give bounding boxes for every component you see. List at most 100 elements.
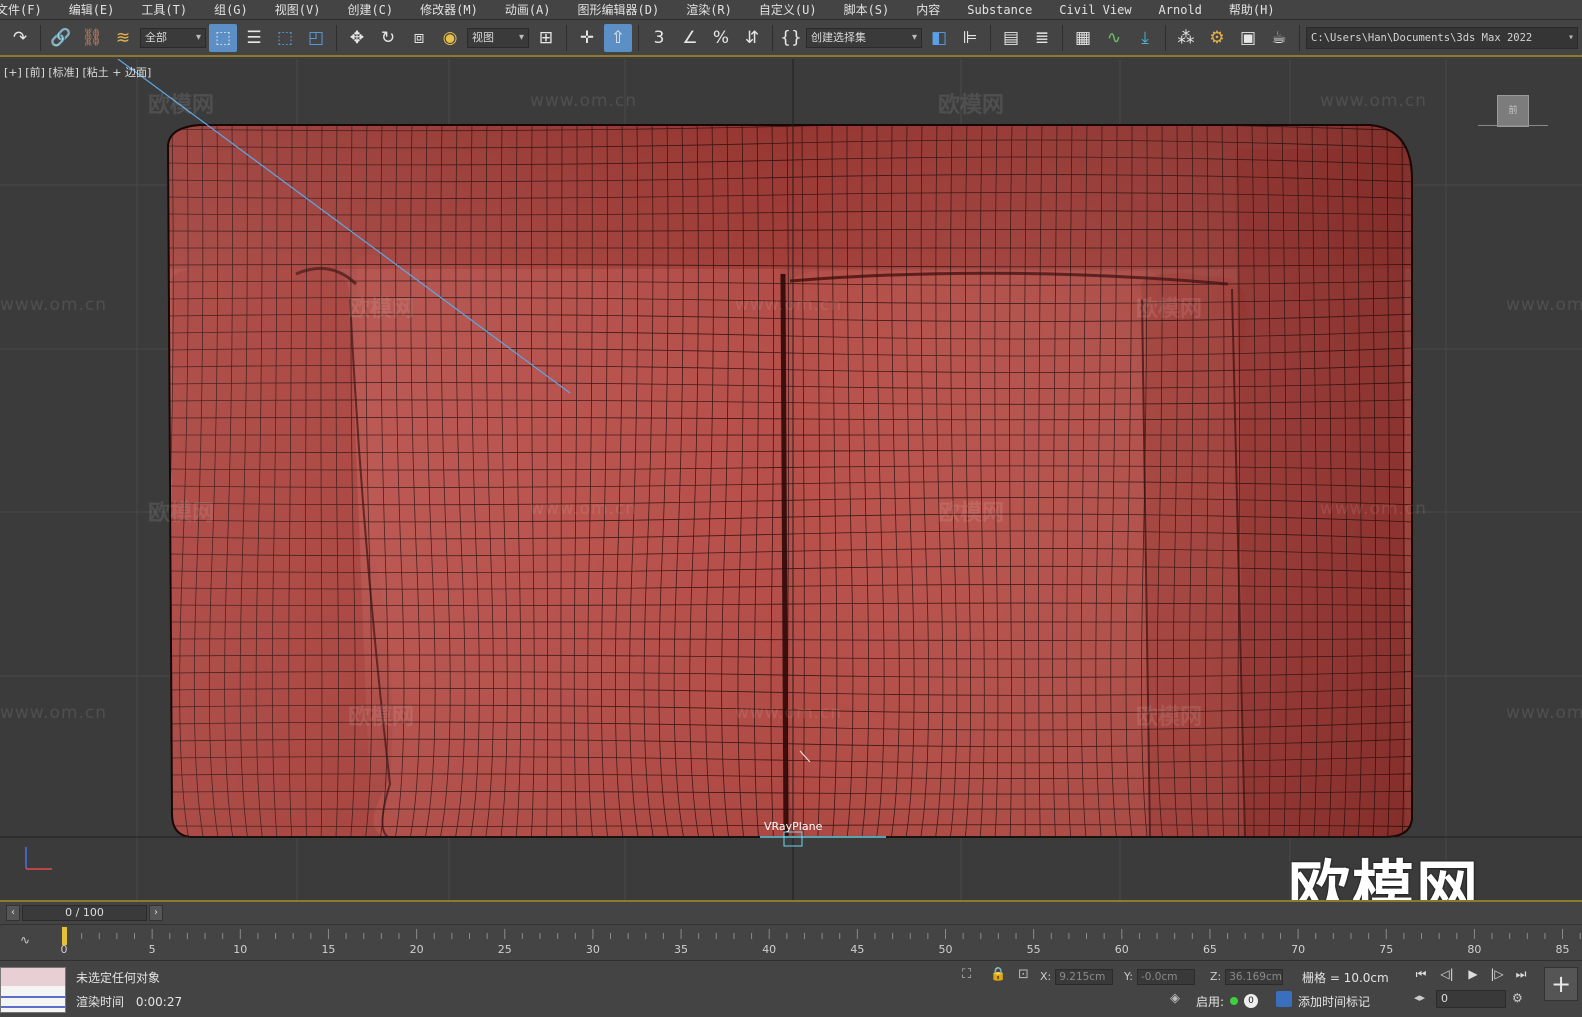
unlink-button[interactable]: ⛓: [78, 24, 106, 52]
select-rotate-button[interactable]: ↻: [374, 24, 402, 52]
absolute-mode-icon[interactable]: ⊡: [1018, 967, 1029, 982]
select-move-button[interactable]: ✥: [343, 24, 371, 52]
maxscript-mini-listener[interactable]: [0, 967, 66, 1013]
menu-create[interactable]: 创建(C): [333, 0, 406, 20]
schematic-view-button[interactable]: ⤓: [1131, 24, 1159, 52]
select-scale-button[interactable]: ⧈: [405, 24, 433, 52]
menu-modifiers[interactable]: 修改器(M): [406, 0, 491, 20]
override-icon: ⇧: [610, 27, 626, 48]
key-mode-icon[interactable]: ◂▸: [1414, 991, 1425, 1004]
go-to-end-button[interactable]: ⏭: [1512, 965, 1530, 983]
next-frame-button[interactable]: ›: [149, 905, 163, 921]
track-tick-label: 55: [1027, 943, 1041, 956]
time-slider-thumb[interactable]: 0 / 100: [22, 905, 147, 921]
toolbar-divider: [566, 24, 567, 51]
curve-editor-button[interactable]: ∿: [1100, 24, 1128, 52]
schematic-icon: ⤓: [1141, 27, 1149, 48]
y-coordinate-field[interactable]: -0.0cm: [1136, 969, 1195, 985]
isolate-selection-icon[interactable]: ⛶: [962, 967, 971, 982]
rectangle-selection-button[interactable]: ⬚: [271, 24, 299, 52]
spinner-snap-button[interactable]: ⇵: [738, 24, 766, 52]
menu-views[interactable]: 视图(V): [261, 0, 334, 20]
render-setup-button[interactable]: ⚙: [1203, 24, 1231, 52]
track-tick-label: 80: [1467, 943, 1481, 956]
percent-snap-button[interactable]: %: [707, 24, 735, 52]
toolbar-divider: [1299, 24, 1300, 51]
viewport-layout-button[interactable]: +: [1544, 967, 1578, 1001]
z-coordinate: Z: 36.169cm: [1210, 969, 1284, 985]
toolbar-divider: [40, 24, 41, 51]
toggle-scene-explorer-button[interactable]: ▤: [997, 24, 1025, 52]
render-production-button[interactable]: ☕: [1265, 24, 1293, 52]
align-button[interactable]: ⊫: [956, 24, 984, 52]
menu-civil-view[interactable]: Civil View: [1045, 0, 1144, 20]
rendered-frame-window-button[interactable]: ▣: [1234, 24, 1262, 52]
snaps-toggle-button[interactable]: 3: [645, 24, 673, 52]
window-crossing-button[interactable]: ◰: [302, 24, 330, 52]
project-path-dropdown[interactable]: C:\Users\Han\Documents\3ds Max 2022: [1306, 26, 1578, 49]
ribbon-icon: ▦: [1074, 27, 1092, 48]
track-tick-label: 15: [321, 943, 335, 956]
previous-key-button[interactable]: ◁|: [1438, 965, 1456, 983]
next-key-button[interactable]: |▷: [1488, 965, 1506, 983]
viewcube-compass[interactable]: [1478, 125, 1548, 129]
place-button[interactable]: ◉: [436, 24, 464, 52]
go-to-start-button[interactable]: ⏮: [1412, 965, 1430, 983]
menu-customize[interactable]: 自定义(U): [745, 0, 830, 20]
menu-animation[interactable]: 动画(A): [491, 0, 564, 20]
previous-frame-button[interactable]: ‹: [6, 905, 20, 921]
menu-edit[interactable]: 编辑(E): [55, 0, 128, 20]
select-by-name-button[interactable]: ☰: [240, 24, 268, 52]
add-time-tag-button[interactable]: 添加时间标记: [1298, 993, 1370, 1010]
current-frame-marker[interactable]: [62, 927, 67, 945]
toggle-layer-explorer-button[interactable]: ≣: [1028, 24, 1056, 52]
toggle-ribbon-button[interactable]: ▦: [1069, 24, 1097, 52]
track-tick-label: 10: [233, 943, 247, 956]
lock-selection-icon[interactable]: 🔒: [990, 967, 1006, 982]
select-object-button[interactable]: ⬚: [209, 23, 237, 52]
curve-editor-mini-icon[interactable]: ∿: [20, 933, 30, 947]
menu-substance[interactable]: Substance: [953, 0, 1045, 20]
front-viewport[interactable]: [+] [前] [标准] [粘土 + 边面] www.om.cn 欧模网 www…: [0, 59, 1582, 900]
menu-graph-editors[interactable]: 图形编辑器(D): [564, 0, 673, 20]
x-coordinate-field[interactable]: 9.215cm: [1055, 969, 1114, 985]
track-tick-label: 30: [586, 943, 600, 956]
time-config-icon[interactable]: ⚙: [1512, 991, 1523, 1005]
select-manipulate-button[interactable]: ✛: [573, 24, 601, 52]
link-button[interactable]: 🔗: [47, 24, 75, 52]
redo-button[interactable]: ↷: [6, 24, 34, 52]
reference-coordinate-dropdown[interactable]: 视图: [467, 27, 529, 48]
selection-filter-dropdown[interactable]: 全部: [140, 27, 206, 48]
adaptive-degradation-icon[interactable]: ◈: [1170, 991, 1180, 1006]
named-selection-dropdown[interactable]: 创建选择集: [806, 27, 922, 48]
viewport-label[interactable]: [+] [前] [标准] [粘土 + 边面]: [4, 64, 151, 80]
menu-scripting[interactable]: 脚本(S): [830, 0, 903, 20]
z-coordinate-field[interactable]: 36.169cm: [1225, 969, 1284, 985]
menu-rendering[interactable]: 渲染(R): [672, 0, 745, 20]
menu-arnold[interactable]: Arnold: [1145, 0, 1215, 20]
edit-named-selection-button[interactable]: {}: [779, 24, 803, 52]
unlink-icon: ⛓: [81, 27, 103, 48]
menu-file[interactable]: 文件(F): [0, 0, 55, 20]
pivot-center-button[interactable]: ⊞: [532, 24, 560, 52]
track-tick-label: 5: [149, 943, 156, 956]
material-editor-button[interactable]: ⁂: [1172, 24, 1200, 52]
menu-group[interactable]: 组(G): [200, 0, 261, 20]
play-button[interactable]: ▶: [1464, 965, 1482, 983]
x-label: X:: [1040, 970, 1052, 983]
track-tick-label: 25: [498, 943, 512, 956]
pivot-icon: ⊞: [538, 27, 554, 48]
menu-content[interactable]: 内容: [902, 0, 953, 20]
frame-window-icon: ▣: [1239, 27, 1257, 48]
keyboard-shortcut-override-button[interactable]: ⇧: [604, 23, 632, 52]
track-bar[interactable]: 0 5 10 15 20 25 30 35 40 45 50 55 60 65 70 75 80 85 ∿: [0, 924, 1582, 960]
enable-label: 启用:: [1196, 995, 1225, 1009]
menu-help[interactable]: 帮助(H): [1215, 0, 1288, 20]
viewcube[interactable]: 前: [1497, 95, 1529, 127]
percent-snap-icon: %: [712, 27, 730, 48]
menu-tools[interactable]: 工具(T): [127, 0, 200, 20]
angle-snap-button[interactable]: ∠: [676, 24, 704, 52]
mirror-button[interactable]: ◧: [925, 24, 953, 52]
bind-space-warp-button[interactable]: ≋: [109, 24, 137, 52]
current-frame-field[interactable]: 0: [1436, 990, 1506, 1008]
